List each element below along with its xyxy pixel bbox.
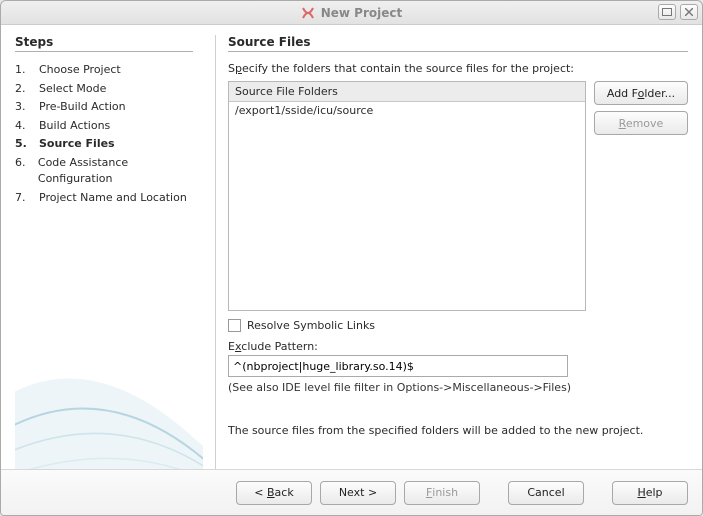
- maximize-button[interactable]: [658, 4, 676, 20]
- help-button[interactable]: Help: [612, 481, 688, 505]
- window-title: New Project: [321, 6, 403, 20]
- cancel-button[interactable]: Cancel: [508, 481, 584, 505]
- steps-heading: Steps: [15, 35, 193, 52]
- panel-heading: Source Files: [228, 35, 688, 52]
- app-icon: [301, 6, 315, 20]
- exclude-hint: (See also IDE level file filter in Optio…: [228, 381, 688, 394]
- step-3: 3.Pre-Build Action: [15, 99, 193, 116]
- resolve-symlinks-checkbox[interactable]: [228, 319, 241, 332]
- steps-list: 1.Choose Project 2.Select Mode 3.Pre-Bui…: [15, 62, 193, 206]
- table-row[interactable]: /export1/sside/icu/source: [229, 102, 585, 119]
- resolve-symlinks-row: Resolve Symbolic Links: [228, 319, 688, 332]
- step-5-current: 5.Source Files: [15, 136, 193, 153]
- finish-button: Finish: [404, 481, 480, 505]
- decorative-wave: [15, 289, 203, 469]
- wizard-button-bar: < Back Next > Finish Cancel Help: [1, 469, 702, 515]
- table-header: Source File Folders: [229, 82, 585, 102]
- add-folder-button[interactable]: Add Folder...: [594, 81, 688, 105]
- exclude-pattern-label: Exclude Pattern:: [228, 340, 688, 353]
- pane-divider: [215, 35, 216, 469]
- source-files-pane: Source Files Specify the folders that co…: [228, 35, 688, 469]
- close-button[interactable]: [680, 4, 698, 20]
- remove-button: Remove: [594, 111, 688, 135]
- source-folders-table[interactable]: Source File Folders /export1/sside/icu/s…: [228, 81, 586, 311]
- resolve-symlinks-label: Resolve Symbolic Links: [247, 319, 375, 332]
- titlebar: New Project: [1, 1, 702, 25]
- step-4: 4.Build Actions: [15, 118, 193, 135]
- step-7: 7.Project Name and Location: [15, 190, 193, 207]
- exclude-pattern-input[interactable]: [228, 355, 568, 377]
- new-project-window: New Project Steps 1.Choose Project 2.Sel…: [0, 0, 703, 516]
- footer-note: The source files from the specified fold…: [228, 424, 688, 437]
- instruction-text: Specify the folders that contain the sou…: [228, 62, 688, 75]
- back-button[interactable]: < Back: [236, 481, 312, 505]
- next-button[interactable]: Next >: [320, 481, 396, 505]
- steps-pane: Steps 1.Choose Project 2.Select Mode 3.P…: [15, 35, 203, 469]
- step-6: 6.Code Assistance Configuration: [15, 155, 193, 188]
- step-1: 1.Choose Project: [15, 62, 193, 79]
- step-2: 2.Select Mode: [15, 81, 193, 98]
- table-body: /export1/sside/icu/source: [229, 102, 585, 310]
